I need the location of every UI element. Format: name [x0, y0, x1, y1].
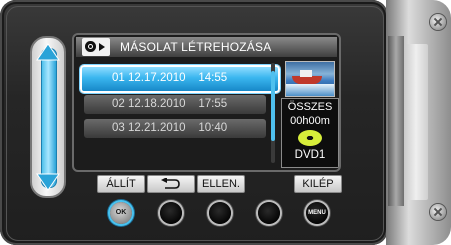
disc-play-icon: [82, 38, 110, 56]
hinge-inner-panel: [404, 44, 428, 200]
menu-button[interactable]: MENU: [306, 202, 328, 224]
touch-slider[interactable]: [30, 36, 66, 198]
ok-label: OK: [115, 209, 127, 216]
hardware-button[interactable]: [209, 202, 231, 224]
lcd-screen: MÁSOLAT LÉTREHOZÁSA 01 12.17.2010 14:55 …: [72, 33, 341, 172]
return-arrow-icon: [161, 178, 180, 189]
list-item[interactable]: 02 12.18.2010 17:55: [84, 95, 266, 114]
screw-icon: [430, 204, 446, 220]
set-button[interactable]: ÁLLÍT: [97, 175, 145, 193]
ok-button[interactable]: OK: [110, 202, 132, 224]
list-item-text: 01 12.17.2010 14:55: [112, 72, 228, 84]
hardware-button[interactable]: [160, 202, 182, 224]
total-time: 00h00m: [290, 115, 330, 127]
hardware-button[interactable]: [258, 202, 280, 224]
disc-info-panel: ÖSSZES 00h00m DVD1: [281, 98, 339, 168]
return-button[interactable]: [147, 175, 195, 193]
scroll-thumb[interactable]: [271, 71, 275, 141]
list-item[interactable]: 01 12.17.2010 14:55: [80, 65, 280, 93]
disc-label: DVD1: [294, 149, 326, 161]
total-label: ÖSSZES: [287, 101, 333, 113]
list-item-text: 02 12.18.2010 17:55: [112, 98, 228, 110]
menu-label: MENU: [308, 210, 326, 216]
exit-button[interactable]: KILÉP: [294, 175, 342, 193]
list-scrollbar[interactable]: [271, 63, 275, 163]
video-thumbnail: [285, 61, 335, 97]
check-button[interactable]: ELLEN.: [197, 175, 245, 193]
up-down-arrow-icon: [36, 43, 60, 191]
list-item[interactable]: 03 12.21.2010 10:40: [84, 119, 266, 138]
screen-title: MÁSOLAT LÉTREHOZÁSA: [120, 40, 272, 54]
screw-icon: [430, 14, 446, 30]
copy-list: 01 12.17.2010 14:55 02 12.18.2010 17:55 …: [78, 61, 280, 167]
list-item-text: 03 12.21.2010 10:40: [112, 122, 228, 134]
hinge-bar: [388, 36, 404, 206]
dvd-disc-icon: [298, 130, 322, 146]
title-bar: MÁSOLAT LÉTREHOZÁSA: [76, 37, 337, 57]
